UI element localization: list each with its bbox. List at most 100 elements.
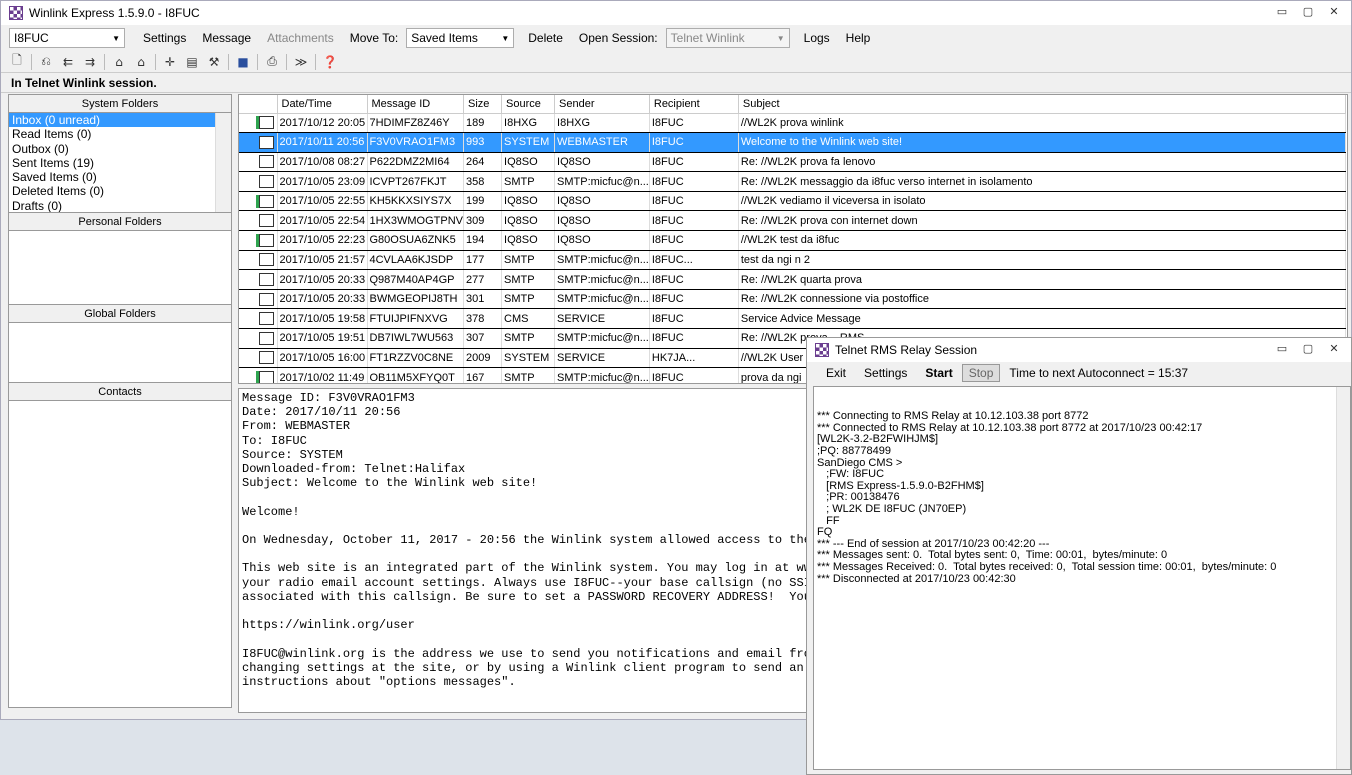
- folder-sent-items[interactable]: Sent Items (19): [9, 156, 231, 170]
- row-icon-cell: [239, 289, 278, 310]
- cell-subject: //WL2K test da i8fuc: [738, 230, 1346, 251]
- copy-folder-icon[interactable]: ⌂: [133, 54, 149, 70]
- row-icon-cell: [239, 132, 278, 153]
- reply-icon[interactable]: ⎌: [38, 54, 54, 70]
- cell-recipient: HK7JA...: [649, 348, 739, 369]
- menu-logs[interactable]: Logs: [796, 31, 838, 45]
- close-button[interactable]: ✕: [1323, 3, 1345, 19]
- message-preview: Message ID: F3V0VRAO1FM3 Date: 2017/10/1…: [238, 388, 808, 713]
- table-row[interactable]: 2017/10/11 20:56 F3V0VRAO1FM3 993 SYSTEM WEB…: [239, 132, 1346, 153]
- folder-read-items[interactable]: Read Items (0): [9, 127, 231, 141]
- col-date[interactable]: Date/Time: [277, 95, 368, 114]
- position-icon[interactable]: ✛: [162, 54, 178, 70]
- new-message-icon[interactable]: 🗋: [9, 53, 25, 70]
- tools-icon[interactable]: ⚒: [206, 54, 222, 70]
- col-icon: [239, 95, 278, 114]
- col-source[interactable]: Source: [501, 95, 556, 114]
- relay-session-window: Telnet RMS Relay Session ▭ ▢ ✕ Exit Sett…: [806, 337, 1352, 775]
- table-row[interactable]: 2017/10/05 22:23 G80OSUA6ZNK5 194 IQ8SO IQ8S…: [239, 230, 1346, 251]
- print-icon[interactable]: ⎙: [264, 54, 280, 70]
- maximize-button[interactable]: ▢: [1297, 3, 1319, 19]
- relay-close-button[interactable]: ✕: [1323, 340, 1345, 356]
- menu-settings[interactable]: Settings: [135, 31, 194, 45]
- cell-recipient: I8FUC: [649, 269, 739, 290]
- document-icon[interactable]: ▤: [184, 54, 200, 70]
- menu-help[interactable]: Help: [838, 31, 879, 45]
- cell-sender: IQ8SO: [554, 230, 650, 251]
- help-icon[interactable]: ❓: [322, 54, 338, 70]
- message-envelope-icon: [256, 116, 274, 130]
- minimize-button[interactable]: ▭: [1271, 3, 1293, 19]
- chevron-down-icon: ▼: [112, 33, 120, 43]
- global-folders-list: [9, 323, 231, 383]
- table-row[interactable]: 2017/10/05 22:55 KH5KKXSIYS7X 199 IQ8SO IQ8S…: [239, 191, 1346, 212]
- table-row[interactable]: 2017/10/05 22:54 1HX3WMOGTPNV 309 IQ8SO IQ8S…: [239, 210, 1346, 232]
- toolbar-divider: [104, 53, 105, 70]
- cell-size: 378: [463, 308, 503, 330]
- cell-size: 189: [463, 113, 503, 134]
- col-message-id[interactable]: Message ID: [367, 95, 465, 114]
- cell-sender: SMTP:micfuc@n...: [554, 367, 650, 383]
- relay-exit[interactable]: Exit: [817, 366, 855, 380]
- table-row[interactable]: 2017/10/05 20:33 BWMGEOPIJ8TH 301 SMTP SMTP:…: [239, 289, 1346, 310]
- toolbar-divider: [31, 53, 32, 70]
- relay-maximize-button[interactable]: ▢: [1297, 340, 1319, 356]
- cell-source: IQ8SO: [501, 230, 556, 251]
- move-folder-icon[interactable]: ⌂: [111, 54, 127, 70]
- folder-deleted-items[interactable]: Deleted Items (0): [9, 184, 231, 198]
- cell-recipient: I8FUC: [649, 367, 739, 383]
- row-icon-cell: [239, 191, 278, 212]
- reply-all-icon[interactable]: ⇇: [60, 54, 76, 70]
- cell-date: 2017/10/05 21:57: [277, 250, 368, 271]
- chevron-down-icon: ▼: [776, 33, 785, 43]
- move-to-select[interactable]: Saved Items ▼: [406, 28, 515, 48]
- table-row[interactable]: 2017/10/05 21:57 4CVLAA6KJSDP 177 SMTP SMTP:…: [239, 250, 1346, 271]
- folder-inbox[interactable]: Inbox (0 unread): [9, 113, 215, 128]
- cell-size: 309: [463, 210, 503, 232]
- forward-icon[interactable]: ⇉: [82, 54, 98, 70]
- table-header: Date/Time Message ID Size Source Sender …: [239, 95, 1346, 114]
- cell-date: 2017/10/05 16:00: [277, 348, 368, 369]
- cell-size: 993: [463, 132, 503, 153]
- save-icon[interactable]: ■: [235, 54, 251, 70]
- relay-stop[interactable]: Stop: [961, 364, 1001, 382]
- send-receive-icon[interactable]: ≫: [293, 54, 309, 70]
- folder-saved-items[interactable]: Saved Items (0): [9, 170, 231, 184]
- col-size[interactable]: Size: [463, 95, 503, 114]
- table-row[interactable]: 2017/10/05 20:33 Q987M40AP4GP 277 SMTP SMTP:…: [239, 269, 1346, 290]
- cell-id: ICVPT267FKJT: [367, 171, 465, 192]
- delete-button[interactable]: Delete: [520, 31, 571, 45]
- toolbar-divider: [228, 53, 229, 70]
- relay-minimize-button[interactable]: ▭: [1271, 340, 1293, 356]
- folders-scrollbar[interactable]: [215, 113, 231, 212]
- col-sender[interactable]: Sender: [554, 95, 650, 114]
- message-envelope-icon: [259, 331, 274, 345]
- cell-id: G80OSUA6ZNK5: [367, 230, 465, 251]
- table-row[interactable]: 2017/10/05 19:58 FTUIJPIFNXVG 378 CMS SERVIC…: [239, 308, 1346, 330]
- callsign-select[interactable]: I8FUC ▼: [9, 28, 125, 48]
- cell-source: SMTP: [501, 367, 556, 383]
- folder-outbox[interactable]: Outbox (0): [9, 142, 231, 156]
- cell-subject: Re: //WL2K prova fa lenovo: [738, 152, 1346, 173]
- cell-date: 2017/10/05 19:51: [277, 328, 368, 349]
- message-envelope-icon: [259, 214, 274, 228]
- session-select[interactable]: Telnet Winlink ▼: [665, 28, 790, 48]
- table-row[interactable]: 2017/10/12 20:05 7HDIMFZ8Z46Y 189 I8HXG I8HX…: [239, 113, 1346, 134]
- table-row[interactable]: 2017/10/08 08:27 P622DMZ2MI64 264 IQ8SO IQ8S…: [239, 152, 1346, 173]
- menu-attachments[interactable]: Attachments: [259, 31, 342, 45]
- col-recipient[interactable]: Recipient: [649, 95, 739, 114]
- relay-log-scrollbar[interactable]: [1336, 387, 1350, 769]
- col-subject[interactable]: Subject: [738, 95, 1346, 114]
- message-envelope-icon: [259, 351, 274, 365]
- relay-start[interactable]: Start: [916, 366, 961, 380]
- cell-subject: Welcome to the Winlink web site!: [738, 132, 1346, 153]
- folder-drafts[interactable]: Drafts (0): [9, 199, 231, 212]
- menu-message[interactable]: Message: [194, 31, 259, 45]
- cell-size: 277: [463, 269, 503, 290]
- relay-settings[interactable]: Settings: [855, 366, 916, 380]
- cell-id: FT1RZZV0C8NE: [367, 348, 465, 369]
- cell-source: IQ8SO: [501, 152, 556, 173]
- table-row[interactable]: 2017/10/05 23:09 ICVPT267FKJT 358 SMTP SMTP:…: [239, 171, 1346, 192]
- cell-size: 2009: [463, 348, 503, 369]
- cell-id: DB7IWL7WU563: [367, 328, 465, 349]
